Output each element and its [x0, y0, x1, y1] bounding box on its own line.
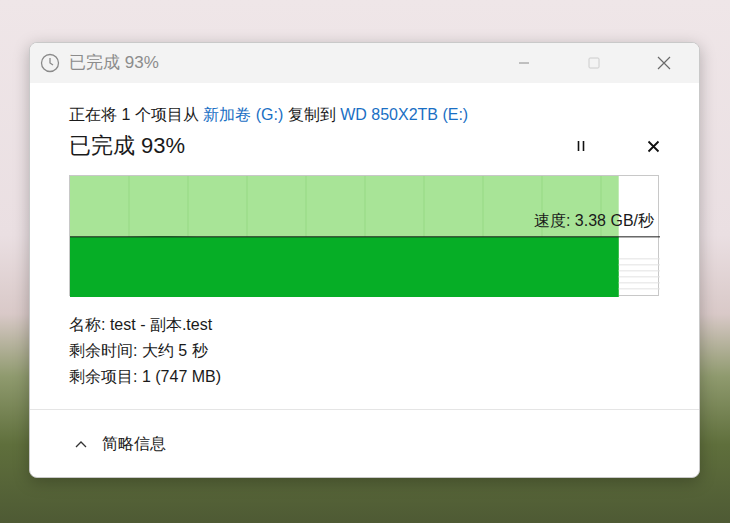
maximize-button — [559, 43, 629, 83]
detail-row: 剩余时间: 大约 5 秒 — [69, 338, 689, 364]
footer: 简略信息 — [30, 409, 699, 477]
destination-link[interactable]: WD 850X2TB (E:) — [340, 106, 468, 123]
progress-chart: 速度: 3.38 GB/秒 — [69, 175, 659, 296]
speed-graph — [70, 176, 660, 297]
progress-heading: 已完成 93% — [69, 131, 185, 161]
close-icon — [657, 56, 671, 70]
title-bar: 已完成 93% — [30, 43, 699, 83]
pause-icon — [575, 140, 587, 152]
copy-dialog: 已完成 93%正在将 1 个项目从 新加卷 (G:) 复制到 WD 850X2T… — [29, 42, 700, 478]
minimize-icon — [518, 57, 530, 69]
window-title: 已完成 93% — [69, 50, 159, 76]
close-button[interactable] — [629, 43, 699, 83]
chevron-icon — [74, 439, 88, 449]
dialog-body: 正在将 1 个项目从 新加卷 (G:) 复制到 WD 850X2TB (E:) 已… — [30, 83, 699, 390]
details-toggle[interactable]: 简略信息 — [74, 433, 166, 455]
copy-description: 正在将 1 个项目从 新加卷 (G:) 复制到 WD 850X2TB (E:) — [69, 104, 689, 126]
desktop: 已完成 93%正在将 1 个项目从 新加卷 (G:) 复制到 WD 850X2T… — [0, 0, 730, 523]
pause-button[interactable] — [567, 132, 595, 160]
cancel-icon — [647, 140, 660, 153]
source-link[interactable]: 新加卷 (G:) — [203, 106, 283, 123]
clock-icon — [40, 53, 60, 73]
minimize-button[interactable] — [489, 43, 559, 83]
cancel-button[interactable] — [639, 132, 667, 160]
detail-row: 剩余项目: 1 (747 MB) — [69, 364, 689, 390]
maximize-icon — [588, 57, 600, 69]
speed-label: 速度: 3.38 GB/秒 — [534, 210, 654, 232]
details: 名称: test - 副本.test剩余时间: 大约 5 秒剩余项目: 1 (7… — [69, 312, 689, 390]
detail-row: 名称: test - 副本.test — [69, 312, 689, 338]
